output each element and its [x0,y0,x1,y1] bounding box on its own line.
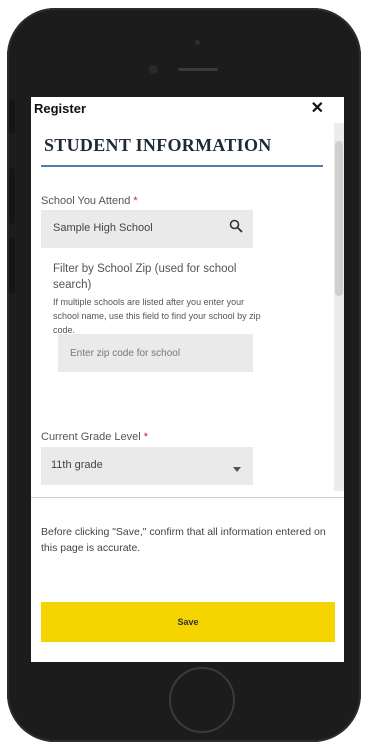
proximity-sensor [195,40,200,45]
school-search-value: Sample High School [53,222,153,234]
dialog-header: Register ✕ [31,97,344,123]
chevron-down-icon[interactable] [233,460,241,476]
zip-code-input[interactable] [58,334,253,372]
phone-screen: Register ✕ STUDENT INFORMATION School Yo… [31,97,344,662]
required-mark: * [133,195,138,207]
dialog-title: Register [34,101,87,116]
close-icon[interactable]: ✕ [311,98,324,118]
required-mark: * [143,431,149,443]
grade-select[interactable]: 11th grade [41,447,253,485]
volume-down-button [9,238,15,294]
school-search-field[interactable]: Sample High School [41,210,253,248]
volume-up-button [9,168,15,224]
grade-label-text: Current Grade Level [41,431,141,443]
grade-selected-value: 11th grade [51,459,103,471]
earpiece-speaker [178,68,218,71]
home-button[interactable] [169,667,235,733]
scrollbar-thumb[interactable] [335,141,343,296]
school-label-text: School You Attend [41,195,131,207]
front-camera [149,65,158,74]
save-button[interactable]: Save [41,602,335,642]
school-label: School You Attend * [41,195,138,207]
search-icon[interactable] [229,219,243,236]
mute-switch [9,100,15,134]
confirm-notice: Before clicking "Save," confirm that all… [41,526,326,554]
zip-filter-title: Filter by School Zip (used for school se… [53,263,237,291]
zip-filter-description: If multiple schools are listed after you… [53,297,261,335]
section-title: STUDENT INFORMATION [44,135,272,155]
zip-filter-help: Filter by School Zip (used for school se… [53,261,261,337]
grade-label: Current Grade Level * [41,431,148,443]
footer-divider [31,497,344,498]
section-divider [41,165,323,167]
